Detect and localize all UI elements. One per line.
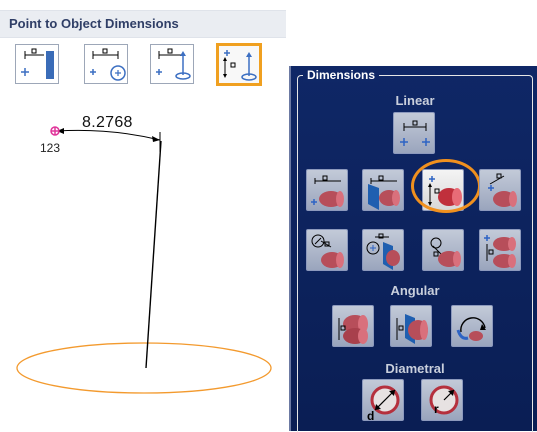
linear-circle-to-plane-button[interactable]: [362, 229, 404, 271]
dimension-value-label: 8.2768: [82, 114, 133, 131]
circle-base-ellipse: [16, 342, 272, 394]
drawing-canvas: [16, 126, 272, 394]
axis-line: [145, 140, 162, 369]
diametral-diameter-button[interactable]: d: [362, 379, 404, 422]
linear-cylinder-to-cylinder-button[interactable]: [479, 229, 521, 271]
section-linear-label: Linear: [395, 93, 435, 108]
point-label: 123: [40, 141, 61, 155]
edge-cylinder-icon: [368, 175, 400, 210]
angular-plane-cylinder-icon: [396, 314, 428, 344]
svg-text:r: r: [434, 402, 439, 416]
linear-point-to-point-button[interactable]: [393, 112, 435, 154]
linear-point-to-cylinder-axis-button[interactable]: [479, 169, 521, 211]
point-to-point-icon: [400, 120, 430, 146]
linear-edge-to-cylinder-button[interactable]: [362, 169, 404, 211]
linear-circle-to-circle-button[interactable]: [422, 229, 464, 271]
point-cylinder-icon: [311, 175, 344, 207]
angular-rotation-button[interactable]: [451, 305, 493, 347]
angular-cylinders-icon: [338, 315, 368, 344]
point-marker: [50, 126, 60, 136]
circle-circle-icon: [430, 237, 461, 267]
section-angular-label: Angular: [390, 283, 440, 298]
circle-plane-icon: [366, 233, 400, 270]
highlight-ring: [411, 159, 481, 213]
radius-icon: r: [429, 385, 459, 416]
panel-title: Dimensions: [303, 68, 380, 82]
angular-cylinder-to-cylinder-button[interactable]: [332, 305, 374, 347]
svg-text:d: d: [367, 409, 374, 422]
circle-cylinder-icon: [311, 234, 344, 268]
diametral-radius-button[interactable]: r: [421, 379, 463, 421]
angular-plane-to-cylinder-button[interactable]: [390, 305, 432, 347]
cylinder-cylinder-icon: [484, 235, 516, 268]
angular-rotation-icon: [456, 317, 486, 341]
linear-point-to-cylinder-button[interactable]: [306, 169, 348, 211]
point-cylinder-axis-icon: [488, 173, 517, 207]
linear-circle-to-cylinder-button[interactable]: [306, 229, 348, 271]
diameter-icon: d: [367, 385, 400, 422]
section-diametral-label: Diametral: [385, 361, 445, 376]
